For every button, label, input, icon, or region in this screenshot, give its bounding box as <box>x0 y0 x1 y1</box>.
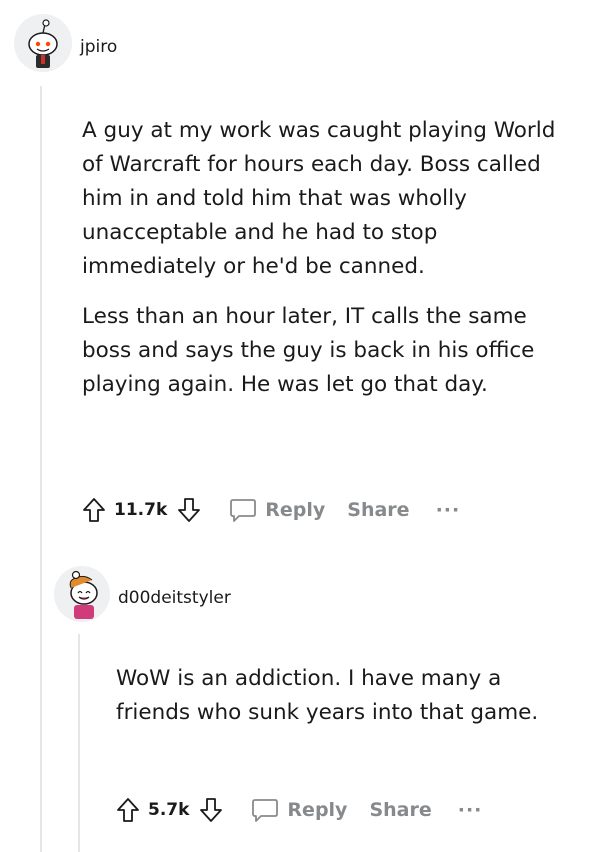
comment-paragraph: WoW is an addiction. I have many a frien… <box>116 666 539 725</box>
comment-username[interactable]: d00deitstyler <box>118 588 231 608</box>
reply-button[interactable]: Reply <box>229 496 325 524</box>
thread-line[interactable] <box>78 634 80 852</box>
arrow-up-icon[interactable] <box>82 497 106 523</box>
avatar[interactable] <box>54 566 110 622</box>
comment-body: WoW is an addiction. I have many a frien… <box>116 662 546 746</box>
reply-label: Reply <box>265 499 326 521</box>
vote-score: 11.7k <box>114 500 168 520</box>
vote-score: 5.7k <box>148 800 190 820</box>
comment-actions: 11.7k Reply Share ··· <box>82 493 460 527</box>
snoo-avatar-icon <box>14 14 72 72</box>
reply-label: Reply <box>287 799 348 821</box>
speech-bubble-icon <box>251 796 279 824</box>
share-button[interactable]: Share <box>369 799 431 821</box>
ellipsis-icon[interactable]: ··· <box>436 499 461 521</box>
reply-button[interactable]: Reply <box>251 796 347 824</box>
comment-paragraph: Less than an hour later, IT calls the sa… <box>82 304 535 397</box>
share-button[interactable]: Share <box>347 499 409 521</box>
comment-actions: 5.7k Reply Share ··· <box>116 793 482 827</box>
ellipsis-icon[interactable]: ··· <box>458 799 483 821</box>
arrow-up-icon[interactable] <box>116 797 140 823</box>
avatar[interactable] <box>14 14 72 72</box>
arrow-down-icon[interactable] <box>177 497 201 523</box>
snoo-avatar-icon <box>54 566 110 622</box>
speech-bubble-icon <box>229 496 257 524</box>
arrow-down-icon[interactable] <box>199 797 223 823</box>
thread-line[interactable] <box>40 86 42 852</box>
comment-username[interactable]: jpiro <box>80 37 117 57</box>
comment-paragraph: A guy at my work was caught playing Worl… <box>82 118 556 279</box>
comment-body: A guy at my work was caught playing Worl… <box>82 114 562 418</box>
